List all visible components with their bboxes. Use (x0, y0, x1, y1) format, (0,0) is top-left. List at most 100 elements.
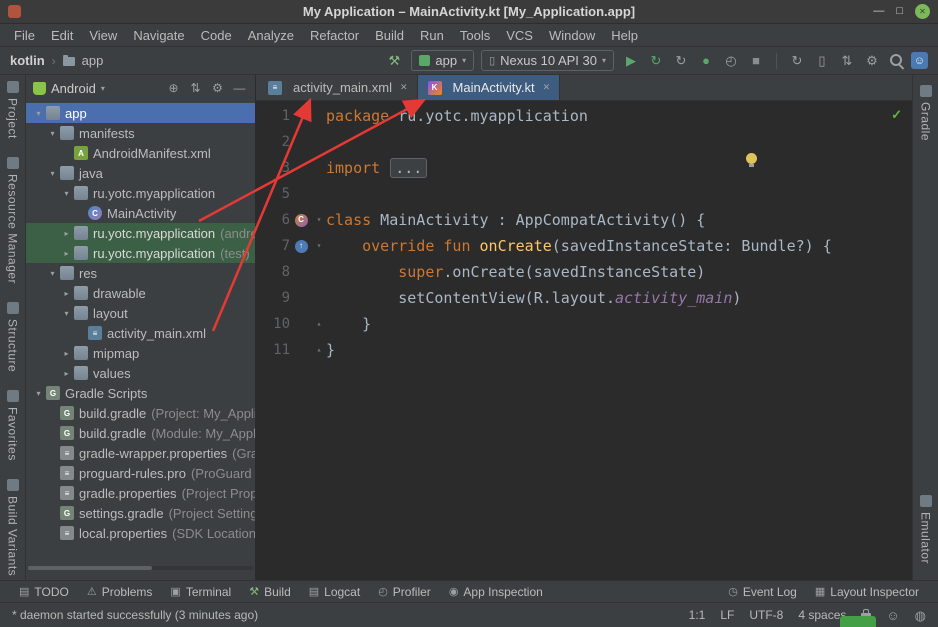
fold-marker-icon[interactable]: ▾ (312, 207, 326, 233)
tree-item-ru-yotc-myapplication-2[interactable]: ▸ru.yotc.myapplication(androidTest) (26, 223, 255, 243)
override-gutter-icon[interactable]: ↑ (290, 233, 312, 259)
stripe-favorites[interactable]: Favorites (6, 390, 20, 461)
profile-avatar[interactable]: ☺ (911, 52, 928, 69)
stripe-resource-manager[interactable]: Resource Manager (6, 157, 20, 284)
stripe-gradle[interactable]: Gradle (919, 85, 933, 141)
tab-activity-main-xml[interactable]: ≡activity_main.xml✕ (258, 75, 418, 100)
expanded-chevron-icon[interactable]: ▾ (60, 189, 73, 198)
project-view-selector[interactable]: Android (51, 81, 96, 96)
tree-item-activity-main-xml[interactable]: ≡activity_main.xml (26, 323, 255, 343)
menu-tools[interactable]: Tools (452, 26, 498, 45)
tab-mainactivity-kt[interactable]: KMainActivity.kt✕ (418, 75, 561, 100)
menu-refactor[interactable]: Refactor (302, 26, 367, 45)
tree-item-app[interactable]: ▾app (26, 103, 255, 123)
menu-file[interactable]: File (6, 26, 43, 45)
run-button[interactable]: ▶ (621, 53, 641, 69)
stripe-project[interactable]: Project (6, 81, 20, 139)
fold-marker-icon[interactable]: ▴ (312, 311, 326, 337)
tree-item-mainactivity[interactable]: CMainActivity (26, 203, 255, 223)
device-manager-icon[interactable]: ▯ (812, 53, 832, 69)
breadcrumb-module[interactable]: app (82, 53, 104, 68)
fold-marker-icon[interactable]: ▴ (312, 337, 326, 363)
tree-item-androidmanifest-xml[interactable]: AAndroidManifest.xml (26, 143, 255, 163)
collapsed-chevron-icon[interactable]: ▸ (60, 249, 73, 258)
editor[interactable]: 1package ru.yotc.myapplication23import .… (256, 101, 912, 580)
inspection-status-icon[interactable]: ✓ (891, 107, 902, 123)
line-separator-widget[interactable]: LF (720, 608, 734, 622)
hide-panel-icon[interactable]: — (231, 81, 248, 95)
feedback-smiley-icon[interactable]: ☺ (886, 609, 899, 622)
toolwindow-event-log[interactable]: ◷Event Log (719, 585, 806, 599)
menu-analyze[interactable]: Analyze (240, 26, 302, 45)
tree-item-ru-yotc-myapplication-3[interactable]: ▸ru.yotc.myapplication(test) (26, 243, 255, 263)
expanded-chevron-icon[interactable]: ▾ (46, 129, 59, 138)
debug-icon[interactable]: ● (696, 53, 716, 68)
horizontal-scrollbar[interactable] (28, 566, 253, 570)
maximize-button[interactable]: □ (896, 6, 903, 17)
collapsed-chevron-icon[interactable]: ▸ (60, 369, 73, 378)
tree-item-ru-yotc-myapplication[interactable]: ▾ru.yotc.myapplication (26, 183, 255, 203)
toolwindow-logcat[interactable]: ▤Logcat (300, 585, 369, 599)
breadcrumb-project[interactable]: kotlin (10, 53, 45, 68)
tree-item-build-gradle-2[interactable]: Gbuild.gradle(Module: My_Application.app… (26, 423, 255, 443)
menu-window[interactable]: Window (541, 26, 603, 45)
toolwindow-terminal[interactable]: ▣Terminal (161, 585, 240, 599)
stripe-emulator[interactable]: Emulator (919, 495, 933, 564)
settings-icon[interactable]: ⚙ (862, 53, 882, 69)
tree-item-proguard-rules-pro[interactable]: ≡proguard-rules.pro(ProGuard Rules for M… (26, 463, 255, 483)
collapsed-chevron-icon[interactable]: ▸ (60, 349, 73, 358)
toolwindow-layout-inspector[interactable]: ▦Layout Inspector (806, 585, 928, 599)
tree-item-gradle-properties[interactable]: ≡gradle.properties(Project Properties) (26, 483, 255, 503)
tree-item-mipmap[interactable]: ▸mipmap (26, 343, 255, 363)
sdk-manager-icon[interactable]: ⇅ (837, 53, 857, 69)
encoding-widget[interactable]: UTF-8 (749, 608, 783, 622)
sync-project-icon[interactable]: ↻ (787, 53, 807, 69)
tree-item-drawable[interactable]: ▸drawable (26, 283, 255, 303)
toolwindow-profiler[interactable]: ◴Profiler (369, 585, 440, 599)
minimize-button[interactable]: — (873, 6, 884, 17)
device-select[interactable]: ▯ Nexus 10 API 30 ▾ (481, 50, 614, 71)
apply-code-changes-icon[interactable]: ↻ (671, 53, 691, 69)
notification-toast[interactable] (840, 616, 876, 627)
stop-icon[interactable]: ■ (746, 53, 766, 68)
toolwindow-problems[interactable]: ⚠Problems (78, 585, 162, 599)
class-gutter-icon[interactable]: C (290, 207, 312, 233)
app-menu-icon[interactable] (8, 5, 21, 18)
collapsed-chevron-icon[interactable]: ▸ (60, 289, 73, 298)
tree-item-layout[interactable]: ▾layout (26, 303, 255, 323)
stripe-build-variants[interactable]: Build Variants (6, 479, 20, 576)
tree-item-build-gradle[interactable]: Gbuild.gradle(Project: My_Application) (26, 403, 255, 423)
scrollbar-thumb[interactable] (28, 566, 152, 570)
fold-marker-icon[interactable]: ▾ (312, 233, 326, 259)
tree-item-local-properties[interactable]: ≡local.properties(SDK Location) (26, 523, 255, 543)
expanded-chevron-icon[interactable]: ▾ (60, 309, 73, 318)
folded-region[interactable]: ... (390, 158, 427, 178)
tree-item-settings-gradle[interactable]: Gsettings.gradle(Project Settings) (26, 503, 255, 523)
tree-item-gradle-scripts[interactable]: ▾GGradle Scripts (26, 383, 255, 403)
tree-item-res[interactable]: ▾res (26, 263, 255, 283)
make-project-hammer-icon[interactable]: ⚒ (384, 53, 404, 69)
menu-edit[interactable]: Edit (43, 26, 81, 45)
intention-bulb-icon[interactable] (746, 153, 757, 164)
tree-item-manifests[interactable]: ▾manifests (26, 123, 255, 143)
toolwindow-build[interactable]: ⚒Build (240, 585, 300, 599)
locate-file-icon[interactable]: ⊕ (165, 81, 182, 95)
profile-icon[interactable]: ◴ (721, 53, 741, 69)
notifications-icon[interactable]: ◍ (915, 609, 926, 622)
menu-view[interactable]: View (81, 26, 125, 45)
collapsed-chevron-icon[interactable]: ▸ (60, 229, 73, 238)
expanded-chevron-icon[interactable]: ▾ (46, 269, 59, 278)
caret-position-widget[interactable]: 1:1 (689, 608, 706, 622)
close-icon[interactable]: ✕ (543, 82, 551, 93)
menu-run[interactable]: Run (412, 26, 452, 45)
tree-item-values[interactable]: ▸values (26, 363, 255, 383)
apply-changes-icon[interactable]: ↻ (646, 53, 666, 69)
expanded-chevron-icon[interactable]: ▾ (32, 109, 45, 118)
menu-code[interactable]: Code (193, 26, 240, 45)
close-button[interactable]: ✕ (915, 4, 930, 19)
menu-help[interactable]: Help (603, 26, 646, 45)
expanded-chevron-icon[interactable]: ▾ (32, 389, 45, 398)
menu-build[interactable]: Build (367, 26, 412, 45)
run-configuration-select[interactable]: app ▾ (411, 50, 474, 71)
toolwindow-app-inspection[interactable]: ◉App Inspection (440, 585, 552, 599)
